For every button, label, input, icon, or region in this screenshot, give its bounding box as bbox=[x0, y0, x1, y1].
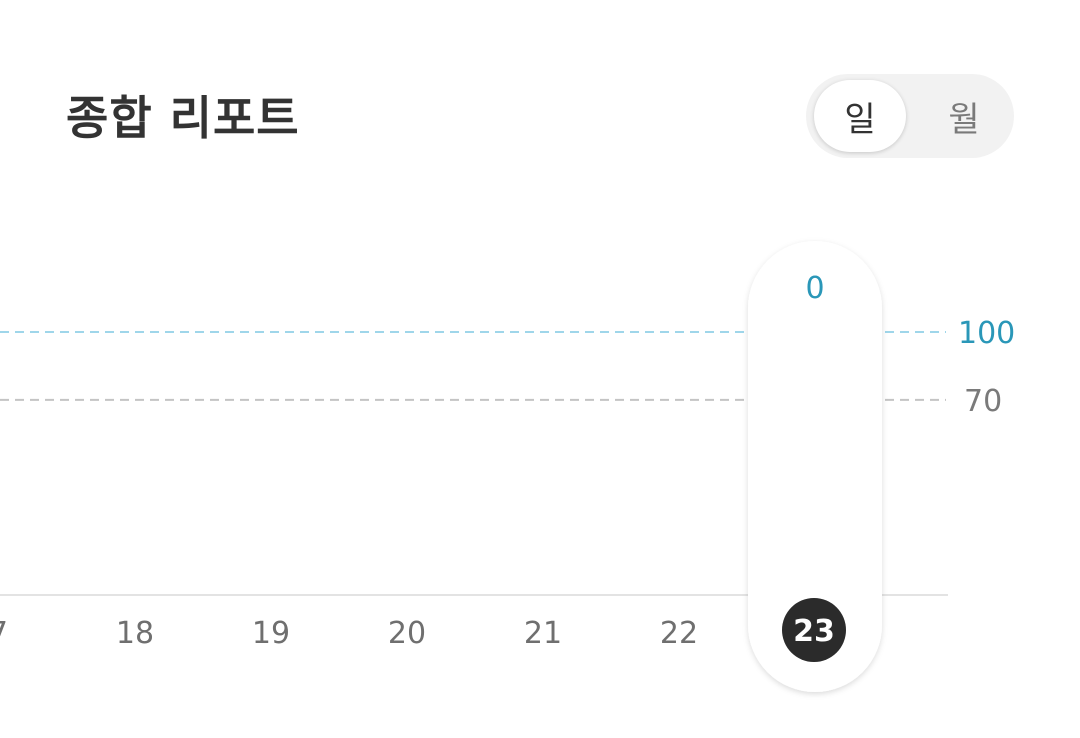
reference-label-70: 70 bbox=[964, 384, 1002, 419]
x-tick-label: 7 bbox=[0, 616, 8, 651]
x-tick-label: 22 bbox=[660, 616, 698, 651]
x-tick-label: 21 bbox=[524, 616, 562, 651]
x-axis-ticks: 7 18 19 20 21 22 bbox=[0, 616, 698, 651]
daily-chart: 100 70 0 7 18 19 20 21 22 23 bbox=[0, 241, 1015, 692]
selected-tick-label: 23 bbox=[793, 614, 835, 649]
selected-value-label: 0 bbox=[805, 271, 824, 306]
x-tick-label: 20 bbox=[388, 616, 426, 651]
x-tick-label: 19 bbox=[252, 616, 290, 651]
x-tick-label: 18 bbox=[116, 616, 154, 651]
reference-label-100: 100 bbox=[958, 316, 1015, 351]
